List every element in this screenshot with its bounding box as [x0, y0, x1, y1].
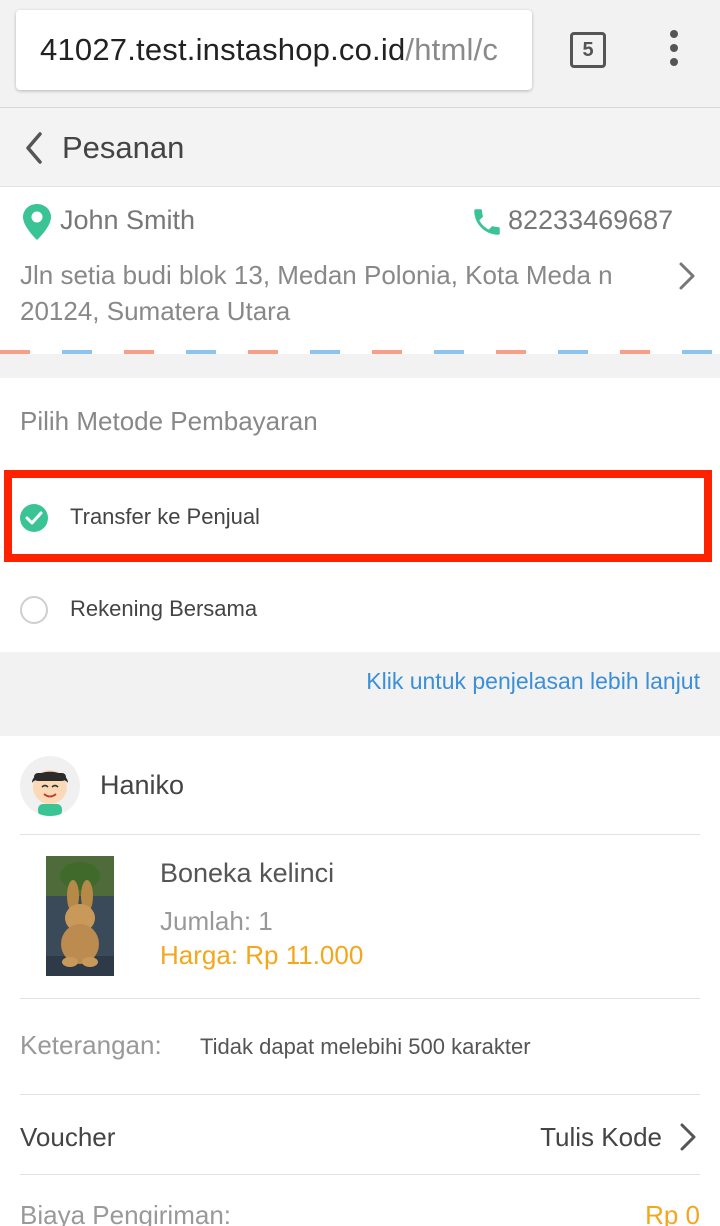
tab-switcher-button[interactable]: 5 [570, 32, 606, 68]
url-text: 41027.test.instashop.co.id/html/c [40, 32, 498, 68]
more-vert-icon[interactable] [668, 30, 680, 70]
recipient-name: John Smith [60, 205, 196, 235]
divider [20, 834, 700, 835]
browser-toolbar: 41027.test.instashop.co.id/html/c 5 [0, 0, 720, 108]
voucher-label: Voucher [20, 1122, 116, 1152]
payment-option-label: Rekening Bersama [70, 596, 258, 621]
payment-method-section: Pilih Metode Pembayaran Transfer ke Penj… [0, 378, 720, 652]
phone-icon [474, 209, 500, 235]
page-header: Pesanan [0, 108, 720, 187]
shipping-cost-label: Biaya Pengiriman: [20, 1200, 231, 1226]
recipient-phone: 82233469687 [508, 205, 674, 235]
location-pin-icon [23, 204, 51, 240]
chevron-right-icon [679, 262, 695, 290]
address-text: Jln setia budi blok 13, Medan Polonia, K… [20, 260, 613, 326]
url-path: /html/c [405, 32, 499, 67]
product-price: Harga: Rp 11.000 [160, 940, 364, 970]
payment-option-rekber[interactable]: Rekening Bersama [0, 564, 720, 652]
shipping-address[interactable]: John Smith 82233469687 Jln setia budi bl… [0, 187, 720, 354]
order-shop-section: Haniko Boneka kelinci Jumlah: 1 Harga: R… [0, 736, 720, 1226]
shipping-cost-value: Rp 0 [645, 1200, 700, 1226]
note-input[interactable] [200, 1034, 680, 1060]
url-host: 41027.test.instashop.co.id [40, 32, 406, 67]
url-bar[interactable]: 41027.test.instashop.co.id/html/c [16, 10, 532, 90]
page-title: Pesanan [62, 130, 185, 165]
chevron-left-icon[interactable] [20, 130, 50, 166]
chevron-right-icon[interactable] [678, 1122, 698, 1152]
info-band: Klik untuk penjelasan lebih lanjut [0, 652, 720, 736]
radio-unchecked-icon[interactable] [20, 596, 48, 624]
divider [20, 1174, 700, 1175]
note-label: Keterangan: [20, 1030, 162, 1060]
divider [20, 1094, 700, 1095]
payment-option-transfer[interactable]: Transfer ke Penjual [0, 470, 720, 562]
product-thumbnail [46, 856, 114, 976]
product-quantity: Jumlah: 1 [160, 906, 273, 936]
voucher-code-button[interactable]: Tulis Kode [540, 1122, 662, 1153]
section-gap [0, 354, 720, 378]
product-name: Boneka kelinci [160, 858, 335, 888]
seller-name: Haniko [100, 770, 185, 800]
divider [20, 998, 700, 999]
highlight-box [4, 470, 712, 562]
payment-info-link[interactable]: Klik untuk penjelasan lebih lanjut [366, 668, 700, 695]
payment-section-title: Pilih Metode Pembayaran [20, 406, 318, 436]
seller-avatar [20, 756, 80, 816]
